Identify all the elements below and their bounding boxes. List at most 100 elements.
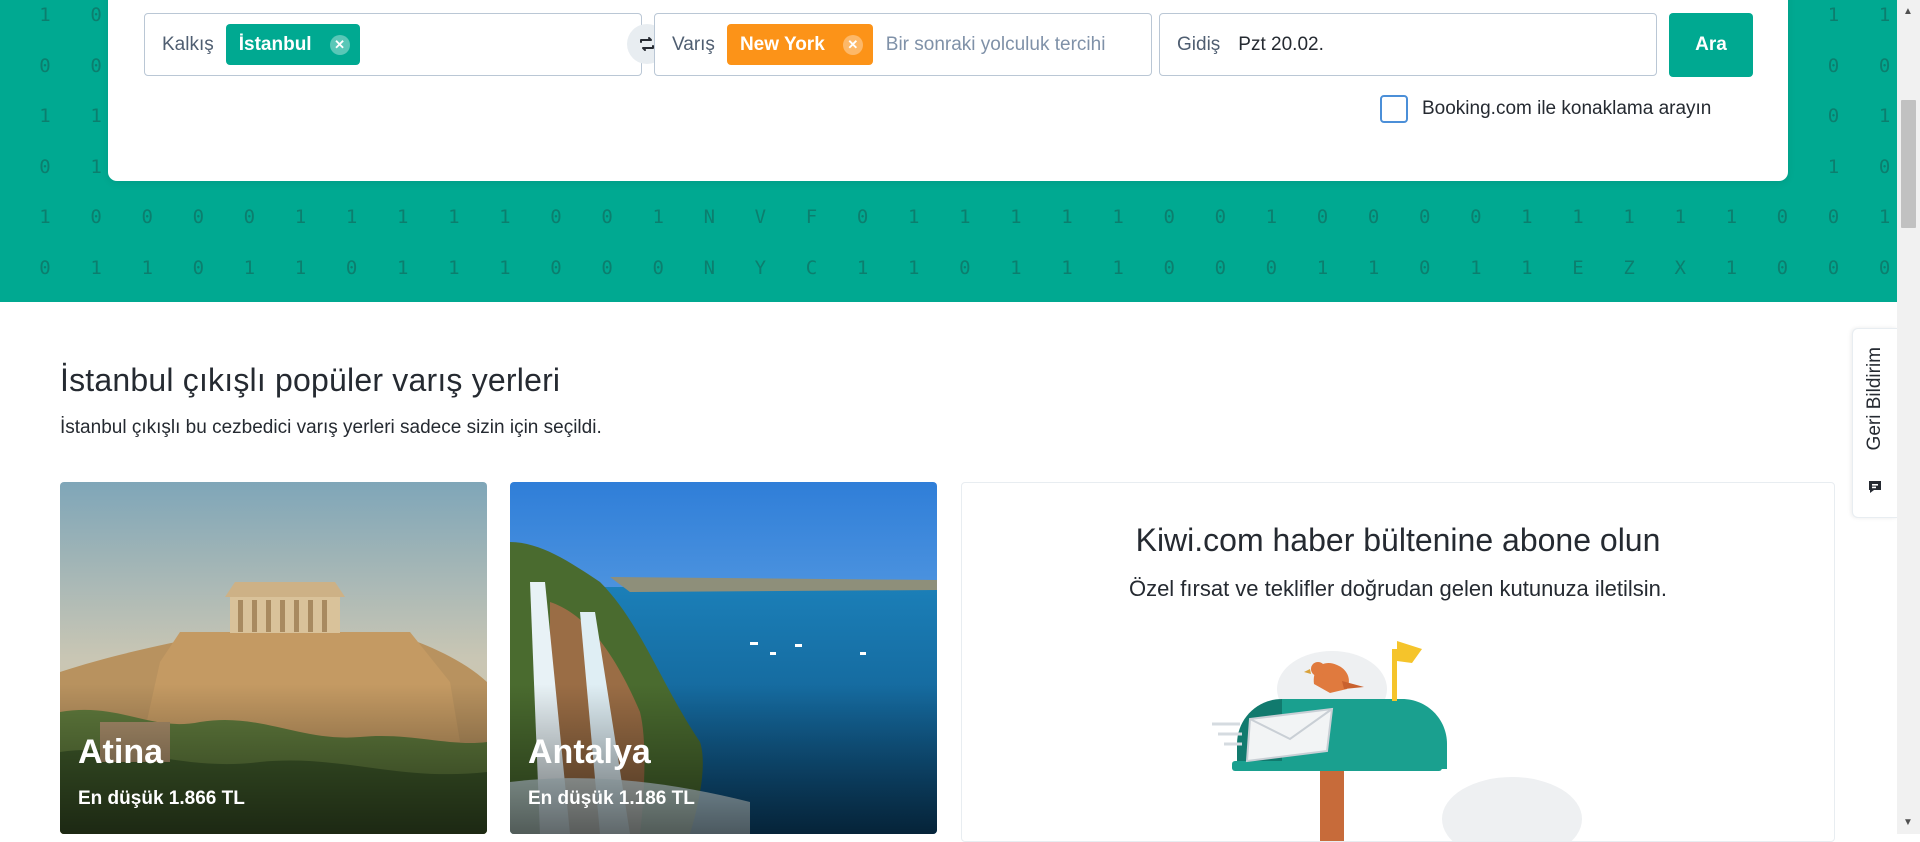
- pattern-digit: 1: [1623, 206, 1635, 228]
- pattern-digit: 1: [856, 257, 869, 279]
- destination-field[interactable]: Varış New York Bir sonraki yolculuk terc…: [654, 13, 1152, 76]
- pattern-digit: 1: [1061, 257, 1073, 279]
- pattern-digit: 0: [192, 257, 205, 279]
- pattern-digit: N: [703, 206, 716, 228]
- destination-price: En düşük 1.866 TL: [78, 788, 245, 809]
- pattern-digit: Y: [754, 257, 767, 279]
- pattern-digit: Z: [1623, 257, 1635, 279]
- destination-card-athens[interactable]: Atina En düşük 1.866 TL: [60, 482, 487, 834]
- pattern-digit: 1: [959, 206, 971, 228]
- pattern-digit: 0: [1418, 257, 1431, 279]
- origin-chip[interactable]: İstanbul: [225, 24, 360, 65]
- booking-checkbox[interactable]: [1380, 95, 1408, 123]
- destination-chip-label: New York: [739, 33, 825, 55]
- pattern-digit: 0: [39, 55, 51, 77]
- pattern-digit: 0: [601, 257, 613, 279]
- pattern-digit: 1: [90, 257, 102, 279]
- destination-chip[interactable]: New York: [726, 24, 873, 65]
- destination-input[interactable]: Bir sonraki yolculuk tercihi: [886, 34, 1106, 56]
- pattern-digit: 0: [1163, 257, 1175, 279]
- pattern-digit: V: [754, 206, 767, 228]
- mailbox-illustration: [1212, 641, 1582, 841]
- departure-date-field[interactable]: Gidiş Pzt 20.02.: [1159, 13, 1657, 76]
- pattern-digit: 1: [1061, 206, 1073, 228]
- pattern-digit: 0: [90, 4, 102, 26]
- pattern-digit: E: [1572, 257, 1584, 279]
- pattern-digit: 0: [1418, 206, 1431, 228]
- feedback-label: Geri Bildirim: [1864, 347, 1885, 451]
- pattern-digit: 0: [550, 206, 562, 228]
- pattern-digit: 0: [1163, 206, 1175, 228]
- pattern-digit: 0: [1470, 206, 1482, 228]
- destination-name: Antalya: [528, 733, 651, 771]
- booking-label: Booking.com ile konaklama arayın: [1422, 98, 1712, 119]
- pattern-digit: 1: [1878, 206, 1891, 228]
- pattern-digit: X: [1674, 257, 1686, 279]
- pattern-digit: 0: [1878, 156, 1891, 178]
- departure-date-label: Gidiş: [1177, 33, 1221, 55]
- pattern-digit: 0: [90, 55, 102, 77]
- vertical-scrollbar[interactable]: ▲ ▼: [1897, 0, 1920, 834]
- feedback-icon: [1869, 481, 1881, 493]
- search-button[interactable]: Ara: [1669, 13, 1753, 77]
- section-title: İstanbul çıkışlı popüler varış yerleri: [60, 362, 561, 398]
- pattern-digit: 1: [1521, 206, 1533, 228]
- pattern-digit: 1: [1827, 4, 1840, 26]
- pattern-digit: 1: [396, 206, 409, 228]
- pattern-digit: 1: [345, 206, 358, 228]
- pattern-digit: 0: [39, 257, 51, 279]
- newsletter-card: Kiwi.com haber bültenine abone olun Özel…: [961, 482, 1835, 842]
- pattern-digit: 1: [499, 206, 511, 228]
- section-subtitle: İstanbul çıkışlı bu cezbedici varış yerl…: [60, 417, 602, 438]
- pattern-digit: 1: [396, 257, 409, 279]
- destination-price: En düşük 1.186 TL: [528, 788, 695, 809]
- pattern-digit: 0: [1367, 206, 1380, 228]
- pattern-digit: 1: [1725, 206, 1738, 228]
- search-form: Kalkış İstanbul Varış New York Bir sonra…: [108, 0, 1788, 181]
- pattern-digit: N: [703, 257, 716, 279]
- destination-card-antalya[interactable]: Antalya En düşük 1.186 TL: [510, 482, 937, 834]
- pattern-digit: 0: [856, 206, 869, 228]
- pattern-digit: 1: [1878, 105, 1891, 127]
- pattern-digit: 1: [499, 257, 511, 279]
- scrollbar-thumb[interactable]: [1901, 100, 1916, 228]
- pattern-digit: 1: [1316, 257, 1329, 279]
- pattern-digit: 0: [1316, 206, 1329, 228]
- pattern-digit: 1: [294, 206, 307, 228]
- feedback-tab[interactable]: Geri Bildirim: [1852, 328, 1897, 518]
- pattern-digit: 1: [907, 257, 920, 279]
- pattern-digit: 0: [1776, 206, 1789, 228]
- pattern-digit: 0: [1878, 257, 1891, 279]
- pattern-digit: 0: [1878, 55, 1891, 77]
- pattern-digit: 0: [90, 206, 102, 228]
- pattern-digit: 0: [39, 156, 51, 178]
- pattern-digit: 0: [1827, 257, 1840, 279]
- pattern-digit: 1: [1674, 206, 1686, 228]
- pattern-digit: 0: [141, 206, 153, 228]
- pattern-digit: 1: [1112, 257, 1124, 279]
- pattern-digit: 0: [1214, 257, 1227, 279]
- pattern-digit: 1: [1470, 257, 1482, 279]
- pattern-digit: 1: [448, 206, 460, 228]
- pattern-digit: 0: [652, 257, 664, 279]
- pattern-digit: 1: [39, 206, 51, 228]
- pattern-digit: 0: [1827, 55, 1840, 77]
- scroll-down-icon[interactable]: ▼: [1903, 817, 1913, 828]
- hero-banner: 1 0 1 1 0 0 0 0 1 1 0 1 0 1 1 0 1 0 0 0 0 1 1 1 1 1 0 0 1 N V F 0 1 1 1 1 1 0 0…: [0, 0, 1897, 302]
- pattern-digit: 1: [294, 257, 307, 279]
- pattern-digit: 0: [550, 257, 562, 279]
- pattern-digit: 0: [1827, 206, 1840, 228]
- pattern-digit: 1: [1367, 257, 1380, 279]
- scroll-up-icon[interactable]: ▲: [1903, 6, 1913, 17]
- pattern-digit: 1: [39, 4, 51, 26]
- origin-label: Kalkış: [162, 33, 214, 55]
- remove-destination-icon[interactable]: [842, 34, 863, 55]
- newsletter-title: Kiwi.com haber bültenine abone olun: [1135, 522, 1661, 558]
- pattern-digit: 0: [192, 206, 205, 228]
- pattern-digit: 1: [1010, 206, 1022, 228]
- remove-origin-icon[interactable]: [329, 34, 350, 55]
- pattern-digit: 1: [243, 257, 256, 279]
- origin-field[interactable]: Kalkış İstanbul: [144, 13, 642, 76]
- pattern-digit: 1: [1878, 4, 1891, 26]
- booking-option[interactable]: Booking.com ile konaklama arayın: [1380, 95, 1711, 123]
